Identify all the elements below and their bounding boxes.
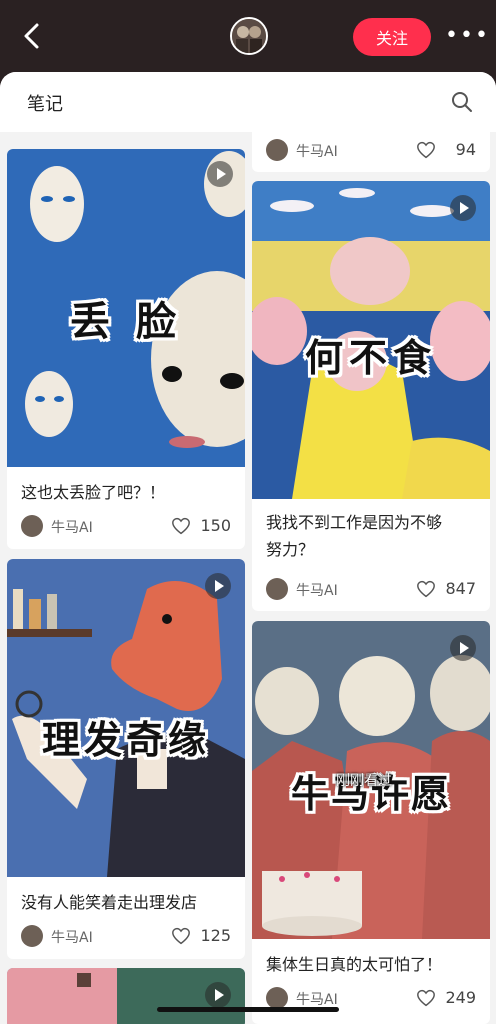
author-avatar [266, 987, 288, 1009]
card-title: 我找不到工作是因为不够 努力？ [266, 509, 476, 563]
like-count: 150 [200, 516, 231, 535]
like-count: 249 [445, 988, 476, 1007]
author-name: 牛马AI [296, 583, 338, 599]
follow-button[interactable]: 关注 [353, 18, 431, 56]
heart-icon[interactable] [416, 989, 436, 1007]
note-card[interactable]: 何不食 我找不到工作是因为不够 努力？ 牛马AI 847 [252, 181, 490, 611]
author-avatar [21, 925, 43, 947]
card-meta: 牛马AI 125 [21, 925, 231, 949]
author-name: 牛马AI [296, 144, 338, 160]
card-meta: 牛马AI 150 [21, 515, 231, 539]
top-bar: 关注 ••• [0, 0, 496, 72]
card-meta: 牛马AI 94 [266, 139, 476, 163]
play-icon [205, 982, 231, 1008]
recently-viewed-badge: 刚刚看过 [336, 773, 392, 789]
heart-icon[interactable] [416, 580, 436, 598]
heart-icon[interactable] [171, 927, 191, 945]
card-cover: 理发奇缘 [7, 559, 245, 877]
sheet-header: 笔记 [0, 72, 496, 132]
author-name: 牛马AI [296, 992, 338, 1008]
author-avatar [266, 139, 288, 161]
card-cover: 何不食 [252, 181, 490, 499]
avatar[interactable] [230, 17, 268, 55]
cover-caption: 理发奇缘 [41, 718, 210, 762]
card-title: 集体生日真的太可怕了！ [266, 955, 443, 974]
like-count: 847 [445, 579, 476, 598]
play-icon [450, 635, 476, 661]
author-avatar [266, 578, 288, 600]
home-indicator[interactable] [157, 1007, 339, 1012]
like-count: 125 [200, 926, 231, 945]
card-title: 没有人能笑着走出理发店 [21, 893, 198, 912]
search-icon[interactable] [450, 90, 474, 114]
author-name: 牛马AI [51, 520, 93, 536]
note-card[interactable]: 丢 脸 这也太丢脸了吧？！ 牛马AI 150 [7, 149, 245, 549]
note-card[interactable]: 牛马AI 94 [252, 132, 490, 172]
cover-caption: 丢 脸 [70, 299, 182, 345]
card-meta: 牛马AI 847 [266, 578, 476, 602]
heart-icon[interactable] [416, 141, 436, 159]
play-icon [450, 195, 476, 221]
card-cover: 丢 脸 [7, 149, 245, 467]
more-icon[interactable]: ••• [445, 25, 488, 47]
note-card[interactable] [7, 968, 245, 1024]
card-cover [7, 968, 245, 1024]
card-title-line: 我找不到工作是因为不够 [266, 513, 443, 532]
author-avatar [21, 515, 43, 537]
back-icon[interactable] [18, 22, 46, 50]
card-title-line: 努力？ [266, 540, 315, 559]
note-card[interactable]: 理发奇缘 没有人能笑着走出理发店 牛马AI 125 [7, 559, 245, 959]
like-count: 94 [455, 140, 476, 159]
cover-caption: 何不食 [304, 336, 437, 380]
heart-icon[interactable] [171, 517, 191, 535]
play-icon [207, 161, 233, 187]
notes-sheet: 笔记 牛马AI 94 丢 脸 这也太丢脸了吧？！ 牛马AI 150 何不食 我找… [0, 72, 496, 1024]
sheet-title: 笔记 [27, 94, 63, 115]
author-name: 牛马AI [51, 930, 93, 946]
play-icon [205, 573, 231, 599]
note-card[interactable]: 牛马许愿 集体生日真的太可怕了！ 牛马AI 249 [252, 621, 490, 1024]
card-title: 这也太丢脸了吧？！ [21, 483, 166, 502]
